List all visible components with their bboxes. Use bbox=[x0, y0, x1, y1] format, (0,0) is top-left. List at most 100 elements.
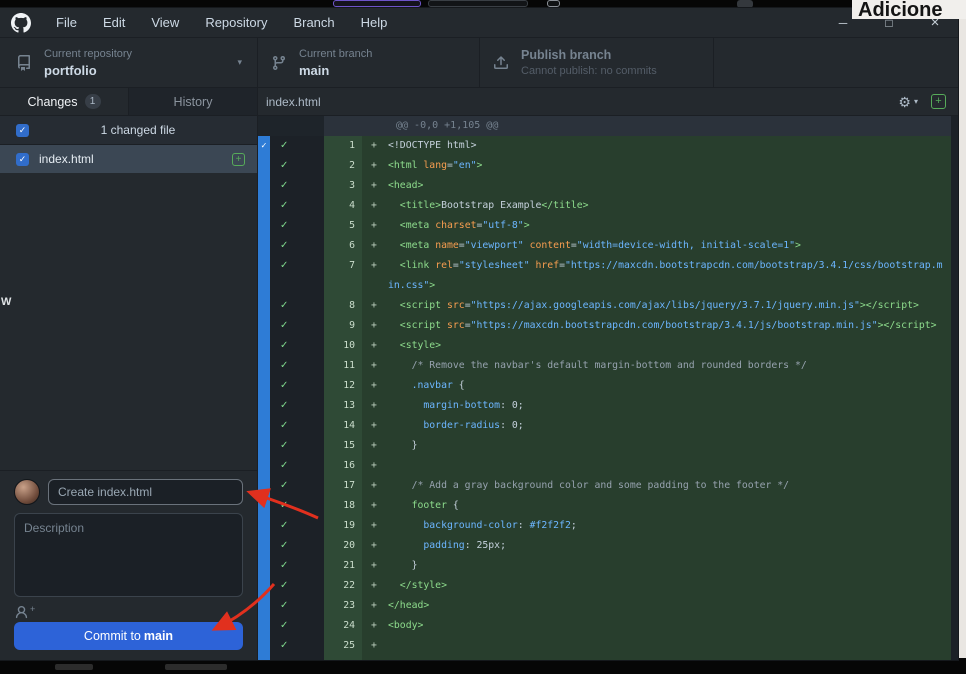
hunk-include-strip[interactable] bbox=[258, 536, 270, 556]
line-include-checkbox[interactable]: ✓ bbox=[270, 236, 324, 256]
hunk-include-strip[interactable] bbox=[258, 376, 270, 396]
hunk-header-text: @@ -0,0 +1,105 @@ bbox=[324, 116, 951, 136]
diff-file-tab[interactable]: index.html bbox=[266, 95, 321, 109]
hunk-gutter bbox=[258, 116, 270, 136]
line-include-checkbox[interactable]: ✓ bbox=[270, 156, 324, 176]
line-include-checkbox[interactable]: ✓ bbox=[270, 656, 324, 660]
line-include-checkbox[interactable]: ✓ bbox=[270, 616, 324, 636]
hunk-include-strip[interactable] bbox=[258, 396, 270, 416]
hunk-include-strip[interactable] bbox=[258, 516, 270, 536]
hunk-include-strip[interactable] bbox=[258, 596, 270, 616]
diff-line: ✓23+</head> bbox=[258, 596, 951, 616]
hunk-include-strip[interactable] bbox=[258, 496, 270, 516]
hunk-include-strip[interactable] bbox=[258, 576, 270, 596]
hunk-include-strip[interactable] bbox=[258, 256, 270, 296]
diff-view[interactable]: @@ -0,0 +1,105 @@ ✓✓1+<!DOCTYPE html>✓2+… bbox=[258, 116, 958, 660]
added-line-marker: + bbox=[362, 436, 388, 456]
menu-edit[interactable]: Edit bbox=[90, 8, 138, 38]
line-include-checkbox[interactable]: ✓ bbox=[270, 516, 324, 536]
menu-help[interactable]: Help bbox=[348, 8, 401, 38]
github-desktop-window: File Edit View Repository Branch Help ─ … bbox=[0, 8, 958, 660]
added-line-marker: + bbox=[362, 556, 388, 576]
added-line-marker: + bbox=[362, 496, 388, 516]
line-include-checkbox[interactable]: ✓ bbox=[270, 336, 324, 356]
hunk-include-strip[interactable] bbox=[258, 616, 270, 636]
hunk-include-strip[interactable] bbox=[258, 296, 270, 316]
line-include-checkbox[interactable]: ✓ bbox=[270, 536, 324, 556]
hunk-include-strip[interactable] bbox=[258, 176, 270, 196]
code-text: <nav class="navbar navbar-inverse"> bbox=[388, 656, 951, 660]
hunk-include-strip[interactable] bbox=[258, 556, 270, 576]
commit-button[interactable]: Commit to main bbox=[14, 622, 243, 650]
hunk-include-strip[interactable] bbox=[258, 156, 270, 176]
line-include-checkbox[interactable]: ✓ bbox=[270, 216, 324, 236]
hunk-include-strip[interactable] bbox=[258, 436, 270, 456]
file-include-checkbox[interactable]: ✓ bbox=[16, 153, 29, 166]
menu-file[interactable]: File bbox=[43, 8, 90, 38]
hunk-include-strip[interactable] bbox=[258, 216, 270, 236]
diff-panel: index.html ⚙▾ + @@ -0,0 +1,105 @@ ✓✓1+ bbox=[258, 88, 958, 660]
hunk-include-strip[interactable] bbox=[258, 636, 270, 656]
line-include-checkbox[interactable]: ✓ bbox=[270, 136, 324, 156]
line-include-checkbox[interactable]: ✓ bbox=[270, 556, 324, 576]
file-added-icon: + bbox=[232, 153, 245, 166]
tab-changes[interactable]: Changes 1 bbox=[0, 88, 129, 115]
hunk-include-strip[interactable] bbox=[258, 476, 270, 496]
line-include-checkbox[interactable]: ✓ bbox=[270, 596, 324, 616]
menu-branch[interactable]: Branch bbox=[280, 8, 347, 38]
line-include-checkbox[interactable]: ✓ bbox=[270, 196, 324, 216]
current-branch-button[interactable]: Current branch main bbox=[258, 38, 480, 87]
diff-line: ✓20+ padding: 25px; bbox=[258, 536, 951, 556]
hunk-include-strip[interactable] bbox=[258, 456, 270, 476]
line-include-checkbox[interactable]: ✓ bbox=[270, 316, 324, 336]
add-coauthor-icon[interactable]: + bbox=[14, 605, 35, 620]
line-include-checkbox[interactable]: ✓ bbox=[270, 476, 324, 496]
hunk-include-strip[interactable] bbox=[258, 416, 270, 436]
line-include-checkbox[interactable]: ✓ bbox=[270, 396, 324, 416]
current-repository-button[interactable]: Current repository portfolio ▾ bbox=[0, 38, 258, 87]
file-list-item[interactable]: ✓ index.html + bbox=[0, 145, 257, 173]
line-include-checkbox[interactable]: ✓ bbox=[270, 456, 324, 476]
line-include-checkbox[interactable]: ✓ bbox=[270, 176, 324, 196]
hunk-include-strip[interactable] bbox=[258, 356, 270, 376]
added-line-marker: + bbox=[362, 596, 388, 616]
line-include-checkbox[interactable]: ✓ bbox=[270, 296, 324, 316]
commit-description-input[interactable] bbox=[14, 513, 243, 597]
tab-history[interactable]: History bbox=[129, 88, 257, 115]
current-branch-value: main bbox=[299, 63, 372, 78]
expand-diff-icon[interactable]: + bbox=[931, 94, 946, 109]
diff-file-tabbar: index.html ⚙▾ + bbox=[258, 88, 958, 116]
desktop-artifact bbox=[737, 0, 753, 8]
hunk-include-strip[interactable] bbox=[258, 196, 270, 216]
line-include-checkbox[interactable]: ✓ bbox=[270, 576, 324, 596]
added-line-marker: + bbox=[362, 356, 388, 376]
line-number: 8 bbox=[324, 296, 362, 316]
line-include-checkbox[interactable]: ✓ bbox=[270, 436, 324, 456]
desktop-artifact bbox=[165, 664, 227, 670]
diff-options-button[interactable]: ⚙▾ bbox=[898, 95, 918, 109]
line-include-checkbox[interactable]: ✓ bbox=[270, 636, 324, 656]
added-line-marker: + bbox=[362, 636, 388, 656]
menu-view[interactable]: View bbox=[138, 8, 192, 38]
code-text bbox=[388, 456, 951, 476]
diff-line: ✓19+ background-color: #f2f2f2; bbox=[258, 516, 951, 536]
line-include-checkbox[interactable]: ✓ bbox=[270, 356, 324, 376]
line-include-checkbox[interactable]: ✓ bbox=[270, 416, 324, 436]
hunk-include-strip[interactable] bbox=[258, 316, 270, 336]
diff-line: ✓8+ <script src="https://ajax.googleapis… bbox=[258, 296, 951, 316]
publish-branch-button[interactable]: Publish branch Cannot publish: no commit… bbox=[480, 38, 714, 87]
diff-line: ✓6+ <meta name="viewport" content="width… bbox=[258, 236, 951, 256]
line-include-checkbox[interactable]: ✓ bbox=[270, 256, 324, 296]
menu-repository[interactable]: Repository bbox=[192, 8, 280, 38]
select-all-checkbox[interactable]: ✓ bbox=[16, 124, 29, 137]
hunk-include-strip[interactable] bbox=[258, 236, 270, 256]
line-include-checkbox[interactable]: ✓ bbox=[270, 496, 324, 516]
hunk-include-strip[interactable] bbox=[258, 336, 270, 356]
line-number: 20 bbox=[324, 536, 362, 556]
hunk-include-strip[interactable] bbox=[258, 656, 270, 660]
hunk-include-strip[interactable]: ✓ bbox=[258, 136, 270, 156]
publish-branch-subtext: Cannot publish: no commits bbox=[521, 65, 657, 77]
commit-summary-input[interactable] bbox=[48, 479, 243, 505]
line-include-checkbox[interactable]: ✓ bbox=[270, 376, 324, 396]
line-number: 24 bbox=[324, 616, 362, 636]
